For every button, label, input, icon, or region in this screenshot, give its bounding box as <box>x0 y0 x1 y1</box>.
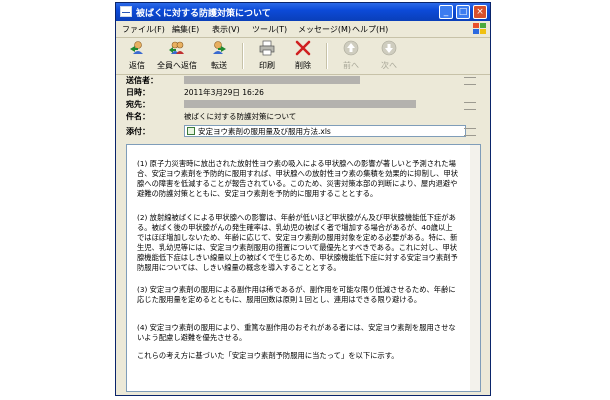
body-paragraph: (4) 安定ヨウ素剤の服用により、重篤な副作用のおそれがある者には、安定ヨウ素剤… <box>137 323 456 342</box>
reply-all-button[interactable]: 全員へ返信 <box>156 40 198 72</box>
body-paragraph: (3) 安定ヨウ素剤の服用による副作用は稀であるが、副作用を可能な限り低減させる… <box>137 285 456 304</box>
expand-handle[interactable] <box>464 102 476 110</box>
delete-x-icon <box>295 40 311 56</box>
forward-label: 転送 <box>211 61 227 70</box>
reply-button[interactable]: 返信 <box>120 40 154 72</box>
menu-view[interactable]: 表示(V) <box>212 24 240 35</box>
menu-bar: ファイル(F) 編集(E) 表示(V) ツール(T) メッセージ(M) ヘルプ(… <box>116 21 490 38</box>
date-row: 日時： 2011年3月29日 16:26 <box>126 87 476 98</box>
maximize-button[interactable]: □ <box>456 5 470 19</box>
delete-label: 削除 <box>295 61 311 70</box>
up-arrow-icon <box>343 40 359 56</box>
to-row: 宛先： <box>126 99 476 110</box>
date-value: 2011年3月29日 16:26 <box>184 88 264 97</box>
attachment-filename[interactable]: 安定ヨウ素剤の服用量及び服用方法.xls <box>198 126 331 137</box>
attachment-box[interactable]: 安定ヨウ素剤の服用量及び服用方法.xls <box>184 125 466 137</box>
menu-message[interactable]: メッセージ(M) <box>298 24 351 35</box>
redacted-sender <box>184 76 360 84</box>
windows-logo-icon <box>471 22 487 36</box>
previous-label: 前へ <box>343 61 359 70</box>
reply-all-label: 全員へ返信 <box>157 61 197 70</box>
printer-icon <box>259 40 275 56</box>
window-title: 被ばくに対する防護対策について <box>136 9 271 19</box>
title-bar[interactable]: 被ばくに対する防護対策について _ □ × <box>116 3 490 21</box>
toolbar: 返信 全員へ返信 転送 印刷 削除 前へ 次へ <box>116 38 490 75</box>
menu-file[interactable]: ファイル(F) <box>122 24 165 35</box>
message-header: 送信者： 日時： 2011年3月29日 16:26 宛先： 件名： 被ばくに対す… <box>116 75 490 141</box>
reply-all-icon <box>169 41 184 54</box>
previous-button[interactable]: 前へ <box>334 40 368 72</box>
message-body[interactable]: (1) 原子力災害時に放出された放射性ヨウ素の吸入による甲状腺への影響が著しいと… <box>126 144 481 392</box>
vertical-scrollbar[interactable] <box>470 145 480 391</box>
minimize-button[interactable]: _ <box>439 5 453 19</box>
to-label: 宛先： <box>126 100 150 109</box>
forward-icon <box>213 41 226 54</box>
body-paragraph: これらの考え方に基づいた「安定ヨウ素剤予防服用に当たって」を以下に示す。 <box>137 351 399 360</box>
toolbar-separator <box>326 43 328 69</box>
expand-handle[interactable] <box>464 128 476 136</box>
subject-row: 件名： 被ばくに対する防護対策について <box>126 111 476 122</box>
down-arrow-icon <box>381 40 397 56</box>
expand-handle[interactable] <box>464 77 476 85</box>
menu-edit[interactable]: 編集(E) <box>172 24 199 35</box>
body-paragraph: (1) 原子力災害時に放出された放射性ヨウ素の吸入による甲状腺への影響が著しいと… <box>137 159 459 198</box>
attach-row: 添付： 安定ヨウ素剤の服用量及び服用方法.xls <box>126 125 476 138</box>
from-label: 送信者： <box>126 76 158 85</box>
close-button[interactable]: × <box>473 5 487 19</box>
print-button[interactable]: 印刷 <box>250 40 284 72</box>
date-label: 日時： <box>126 88 150 97</box>
subject-label: 件名： <box>126 112 150 121</box>
subject-value: 被ばくに対する防護対策について <box>184 112 297 121</box>
mail-window: 被ばくに対する防護対策について _ □ × ファイル(F) 編集(E) 表示(V… <box>115 2 491 396</box>
attach-label: 添付： <box>126 127 150 136</box>
print-label: 印刷 <box>259 61 275 70</box>
menu-help[interactable]: ヘルプ(H) <box>352 24 388 35</box>
delete-button[interactable]: 削除 <box>286 40 320 72</box>
next-label: 次へ <box>381 61 397 70</box>
reply-label: 返信 <box>129 61 145 70</box>
menu-tools[interactable]: ツール(T) <box>252 24 287 35</box>
body-paragraph: (2) 放射線被ばくによる甲状腺への影響は、年齢が低いほど甲状腺がん及び甲状腺機… <box>137 213 458 272</box>
from-row: 送信者： <box>126 75 476 86</box>
reply-icon <box>130 41 143 54</box>
spreadsheet-file-icon <box>187 127 195 135</box>
toolbar-separator <box>242 43 244 69</box>
forward-button[interactable]: 転送 <box>202 40 236 72</box>
redacted-recipient <box>184 100 416 108</box>
next-button[interactable]: 次へ <box>372 40 406 72</box>
envelope-icon <box>120 6 132 17</box>
